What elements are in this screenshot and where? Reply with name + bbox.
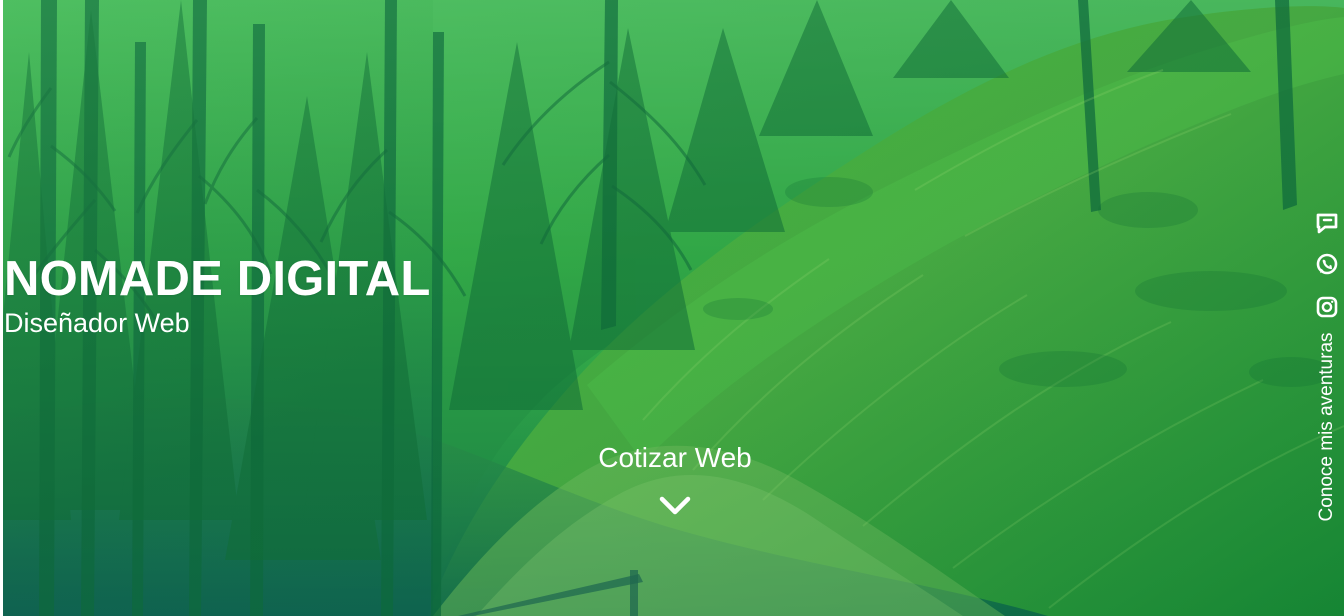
quote-web-label: Cotizar Web: [598, 442, 752, 473]
brand-block: NOMADE DIGITAL Diseñador Web: [4, 252, 431, 339]
quote-web-link[interactable]: Cotizar Web: [593, 440, 757, 522]
site-title: NOMADE DIGITAL: [4, 252, 431, 306]
instagram-icon[interactable]: [1314, 294, 1340, 320]
adventures-label: Conoce mis aventuras: [1316, 332, 1337, 522]
chat-icon[interactable]: [1314, 210, 1340, 236]
social-rail: Conoce mis aventuras: [1313, 210, 1343, 528]
hero-section: NOMADE DIGITAL Diseñador Web Cotizar Web…: [3, 0, 1344, 616]
site-subtitle: Diseñador Web: [4, 308, 190, 338]
chevron-down-icon: [659, 496, 691, 515]
whatsapp-icon[interactable]: [1314, 252, 1340, 278]
adventures-link[interactable]: Conoce mis aventuras: [1314, 326, 1340, 528]
